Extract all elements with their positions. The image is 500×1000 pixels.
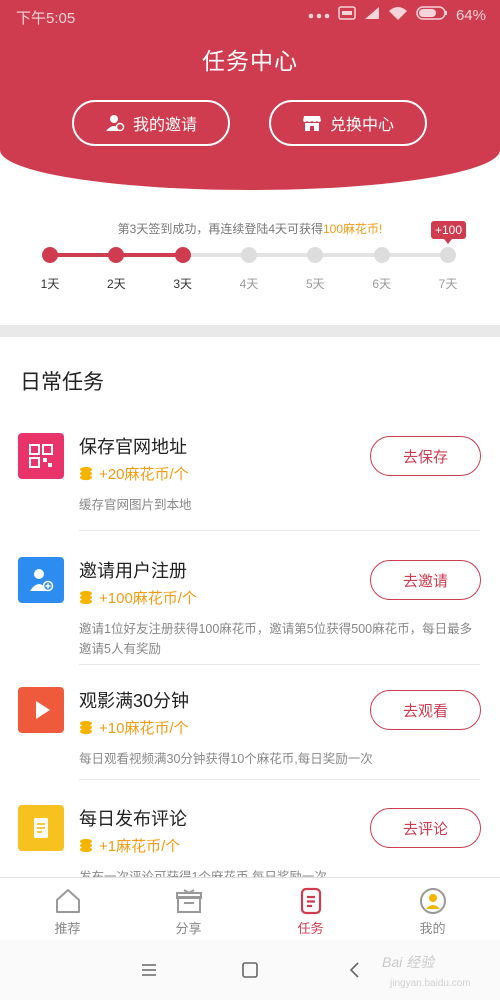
- go-invite-button[interactable]: 去邀请: [370, 560, 481, 600]
- checkin-dot-day-7: [440, 247, 456, 263]
- go-save-button[interactable]: 去保存: [370, 436, 481, 476]
- task-reward: +100麻花币/个: [79, 587, 197, 608]
- home-icon: [53, 886, 83, 916]
- section-divider: [0, 325, 500, 337]
- task-name: 保存官网地址: [79, 437, 187, 457]
- task-reward: +20麻花币/个: [79, 463, 189, 484]
- coin-icon: [79, 466, 93, 481]
- battery-level: 64%: [455, 6, 486, 24]
- tab-label: 分享: [175, 921, 202, 936]
- my-invite-button[interactable]: 我的邀请: [72, 100, 230, 146]
- task-name: 邀请用户注册: [79, 561, 187, 581]
- checkin-day-label: 5天: [305, 277, 325, 291]
- tab-share[interactable]: 分享: [126, 878, 251, 941]
- task-description: 邀请1位好友注册获得100麻花币，邀请第5位获得500麻花币，每日最多邀请5人有…: [79, 622, 473, 656]
- tab-tasks[interactable]: 任务: [248, 878, 373, 941]
- exchange-center-label: 兑换中心: [329, 117, 394, 134]
- checkin-progress: 第3天签到成功，再连续登陆4天可获得100麻花币! +100 1天 2天 3天 4天 5…: [0, 195, 500, 325]
- tab-label: 推荐: [54, 921, 81, 936]
- wifi-icon: [388, 6, 408, 24]
- checkin-dot-day-6: [373, 247, 390, 263]
- task-description: 每日观看视频满30分钟获得10个麻花币,每日奖励一次: [79, 752, 373, 766]
- go-watch-button[interactable]: 去观看: [370, 690, 481, 730]
- daily-tasks-title: 日常任务: [20, 371, 104, 394]
- header-banner: 下午5:05 64% 任务中心 我的邀请 兑换中心: [0, 0, 500, 190]
- my-invite-label: 我的邀请: [132, 117, 197, 134]
- coin-icon: [79, 590, 93, 605]
- checkin-dot-day-2: [108, 247, 125, 263]
- watermark-url: jingyan.baidu.com: [390, 978, 471, 989]
- coin-icon: [79, 838, 93, 853]
- checkin-day-label: 3天: [173, 277, 192, 291]
- back-icon[interactable]: [345, 960, 365, 980]
- checkin-day-label: 6天: [372, 277, 391, 291]
- invite-user-icon: [105, 113, 125, 133]
- status-time: 下午5:05: [16, 10, 76, 27]
- checkin-day-label: 1天: [40, 277, 60, 291]
- tab-mine[interactable]: 我的: [370, 878, 495, 941]
- dots-icon: [308, 7, 330, 24]
- tab-label: 我的: [419, 921, 446, 936]
- checkin-day-label: 2天: [106, 277, 126, 291]
- checkin-dot-day-5: [307, 247, 324, 263]
- task-description: 缓存官网图片到本地: [79, 498, 192, 512]
- battery-icon: [416, 6, 448, 24]
- comment-doc-icon: [18, 805, 64, 851]
- status-icons: 64%: [308, 6, 486, 24]
- row-separator: [79, 530, 480, 531]
- profile-icon: [418, 886, 448, 916]
- checkin-day-label: 4天: [239, 277, 259, 291]
- page-title: 任务中心: [202, 48, 298, 74]
- checkin-day-label: 7天: [438, 277, 458, 291]
- qr-save-icon: [18, 433, 64, 479]
- task-name: 观影满30分钟: [79, 691, 190, 711]
- store-icon: [302, 113, 322, 133]
- gift-icon: [174, 886, 204, 916]
- checkin-reward-highlight: 100麻花币!: [323, 222, 383, 236]
- signal-icon: [364, 6, 380, 24]
- status-bar: 下午5:05 64%: [0, 0, 500, 32]
- task-reward: +1麻花币/个: [79, 835, 180, 856]
- task-reward: +10麻花币/个: [79, 717, 189, 738]
- home-nav-icon[interactable]: [240, 960, 260, 980]
- checkin-dot-day-3: [174, 247, 191, 263]
- coin-icon: [79, 720, 93, 735]
- hd-icon: [338, 6, 356, 24]
- menu-icon[interactable]: [139, 960, 159, 980]
- add-user-icon: [18, 557, 64, 603]
- baidu-watermark: Bai 经验: [382, 954, 435, 970]
- tab-label: 任务: [297, 921, 324, 936]
- row-separator: [79, 664, 480, 665]
- row-separator: [79, 779, 480, 780]
- task-name: 每日发布评论: [79, 809, 187, 829]
- task-icon: [296, 886, 326, 916]
- bottom-tab-bar: 推荐 分享 任务 我的: [0, 877, 500, 940]
- tab-recommend[interactable]: 推荐: [5, 878, 130, 941]
- checkin-dot-day-4: [241, 247, 257, 263]
- checkin-dot-day-1: [42, 247, 58, 263]
- bonus-badge: +100: [431, 221, 467, 244]
- go-comment-button[interactable]: 去评论: [370, 808, 481, 848]
- exchange-center-button[interactable]: 兑换中心: [269, 100, 427, 146]
- play-icon: [18, 687, 64, 733]
- checkin-message: 第3天签到成功，再连续登陆4天可获得100麻花币!: [117, 222, 383, 236]
